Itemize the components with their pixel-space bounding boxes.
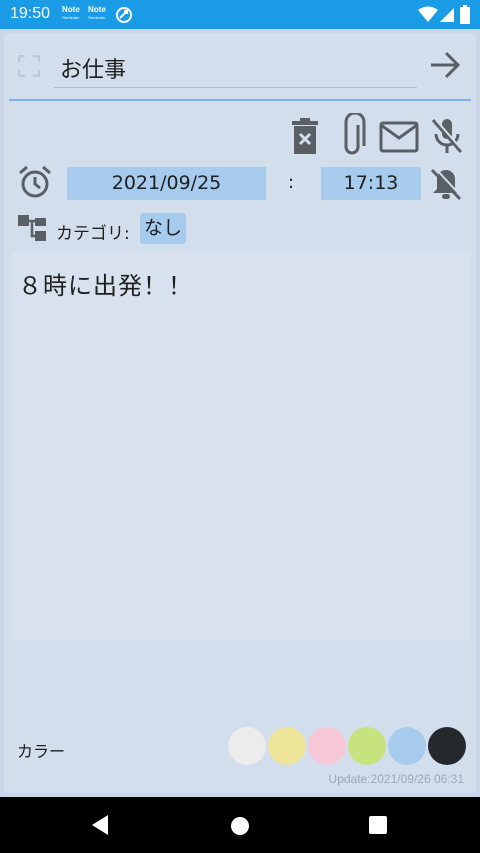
status-time: 19:50 — [10, 5, 51, 22]
color-label: カラー — [17, 742, 66, 761]
signal-icon — [440, 8, 454, 22]
fullscreen-icon[interactable] — [18, 55, 40, 77]
alarm-clock-icon — [19, 165, 51, 198]
title-input[interactable]: お仕事 — [54, 46, 417, 88]
color-swatch-blue[interactable] — [388, 727, 426, 765]
category-label: カテゴリ: — [56, 224, 130, 244]
category-tree-icon — [18, 215, 46, 241]
color-swatch-black[interactable] — [428, 727, 466, 765]
sync-icon — [116, 7, 132, 23]
alarm-date-field[interactable]: 2021/09/25 — [67, 167, 266, 200]
mail-icon[interactable] — [379, 121, 419, 153]
color-swatch-green[interactable] — [348, 727, 386, 765]
recents-icon[interactable] — [369, 816, 387, 834]
title-divider — [9, 99, 471, 101]
note-editor: お仕事 2021/09/25 : 17:13 カテゴリ: なし ８時に出発！！ … — [4, 33, 476, 793]
mic-off-icon[interactable] — [430, 117, 464, 155]
bell-off-icon[interactable] — [430, 167, 462, 201]
status-bar: 19:50 Note Reminder Note Reminder — [0, 0, 480, 29]
color-swatch-white[interactable] — [228, 727, 266, 765]
home-icon[interactable] — [230, 816, 250, 836]
arrow-right-icon[interactable] — [428, 50, 462, 80]
delete-icon[interactable] — [290, 117, 320, 155]
navigation-bar — [0, 797, 480, 853]
color-swatch-pink[interactable] — [308, 727, 346, 765]
notification-note-icon: Note Reminder — [62, 5, 80, 21]
category-select[interactable]: なし — [140, 213, 187, 244]
back-icon[interactable] — [90, 813, 110, 837]
note-body-textarea[interactable]: ８時に出発！！ — [12, 252, 470, 641]
wifi-icon — [418, 6, 438, 22]
color-swatch-yellow[interactable] — [268, 727, 306, 765]
attachment-icon[interactable] — [338, 113, 368, 159]
alarm-time-field[interactable]: 17:13 — [321, 167, 421, 200]
notification-note-icon: Note Reminder — [88, 5, 106, 21]
battery-icon — [460, 5, 470, 24]
update-timestamp: Update:2021/09/26 06:31 — [328, 772, 464, 786]
time-separator: : — [288, 172, 295, 193]
